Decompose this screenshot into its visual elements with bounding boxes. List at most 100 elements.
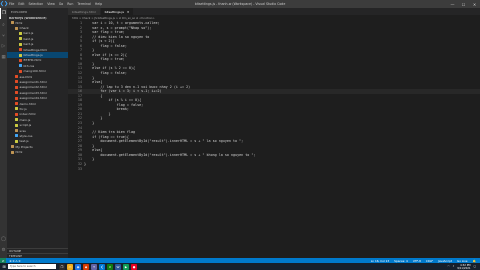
menu-go[interactable]: Go — [59, 2, 63, 6]
menu-edit[interactable]: Edit — [18, 2, 24, 6]
vscode-taskbar-icon[interactable]: ❮ — [99, 263, 105, 270]
language-mode[interactable]: JavaScript — [438, 259, 452, 263]
file-js-icon — [19, 42, 22, 46]
file-html-icon — [19, 69, 22, 73]
file-js-icon — [19, 31, 22, 35]
indentation[interactable]: Spaces: 4 — [394, 259, 408, 263]
tree-item-label: bai2.js — [23, 36, 34, 41]
file-js-icon — [15, 118, 18, 122]
code-text: for (var i = 3; i < s-1; i+=2) — [84, 89, 162, 94]
file-html-icon — [15, 112, 18, 116]
menu-run[interactable]: Run — [67, 2, 73, 6]
go-live-button[interactable]: Go Live — [457, 259, 467, 263]
windows-taskbar: ⊞ Type here to search ❐ ▭ ◉ ◆ T ❮ X W ▶ … — [0, 263, 480, 270]
tree-item-label: assignment3.html — [19, 90, 47, 95]
account-icon[interactable]: ◯ — [0, 234, 7, 245]
code-line[interactable]: 33 — [68, 167, 480, 172]
code-text: flag = false; — [84, 71, 127, 76]
code-text: // lap tu 3 den n-1 voi buoc nhay 2 (i +… — [84, 84, 191, 89]
folder-icon — [11, 145, 14, 149]
tree-item-label: Check — [19, 26, 29, 31]
code-text: var flag = true; — [84, 30, 125, 35]
tree-item-label: html — [15, 150, 23, 155]
network-icon[interactable]: ◠ — [447, 265, 449, 268]
breadcrumb[interactable]: html > Check > JS bitsettings.js > ⊘ btn… — [68, 15, 480, 20]
windows-start-icon[interactable]: ⊞ — [0, 263, 8, 270]
tree-item-label: ass.html — [19, 74, 33, 79]
tree-item-label: scss — [19, 128, 26, 133]
cursor-position[interactable]: Ln 16, Col 13 — [371, 259, 389, 263]
tree-item-label: bt3.css — [23, 63, 35, 68]
title-bar: ❮❯ File Edit Selection View Go Run Termi… — [0, 0, 480, 8]
tree-item[interactable]: html — [7, 149, 68, 154]
menu-selection[interactable]: Selection — [29, 2, 44, 6]
code-text: } — [84, 75, 95, 80]
clock[interactable]: 4:32 PM 9/11/2021 — [457, 264, 470, 270]
line-number: 33 — [77, 166, 82, 171]
code-text: flag = false; — [84, 102, 144, 107]
chrome-icon[interactable]: ◉ — [75, 263, 81, 270]
code-text: } — [84, 157, 95, 162]
tab-bitsettings-js[interactable]: bitsettings.js ✕ — [100, 8, 135, 15]
notification-icon[interactable]: ▢ — [474, 265, 476, 268]
code-text: document.getElementById("result").innerH… — [84, 139, 244, 144]
close-icon[interactable]: ✕ — [469, 0, 480, 8]
line-ending[interactable]: CRLF — [426, 259, 433, 263]
tree-item-label: script.js — [19, 123, 32, 128]
office-icon[interactable]: ◆ — [83, 263, 89, 270]
explorer-header: EXPLORER — [11, 9, 28, 14]
code-text: else{ — [84, 148, 103, 153]
excel-icon[interactable]: X — [107, 263, 113, 270]
problems-indicator[interactable]: ⊗ 0 ⚠ 0 — [9, 259, 20, 263]
code-text: { — [84, 93, 103, 98]
file-explorer-icon[interactable]: ▭ — [67, 263, 73, 270]
menu-terminal[interactable]: Terminal — [77, 2, 90, 6]
search-icon[interactable]: ⌕ — [0, 19, 7, 30]
menu-file[interactable]: File — [9, 2, 14, 6]
teams-icon[interactable]: T — [91, 263, 97, 270]
tree-item-label: mang100.html — [23, 69, 46, 74]
app-icon[interactable]: ▶ — [123, 263, 129, 270]
volume-icon[interactable]: ♪ — [453, 265, 455, 268]
menu-bar: File Edit Selection View Go Run Terminal… — [9, 2, 102, 6]
tree-item-label: assignment4.html — [19, 96, 47, 101]
tree-item-label: bitsettings.js — [23, 53, 43, 58]
menu-help[interactable]: Help — [95, 2, 102, 6]
minimize-icon[interactable]: — — [447, 0, 458, 8]
close-tab-icon[interactable]: ✕ — [127, 10, 130, 14]
bell-icon[interactable]: 🔔 — [473, 259, 476, 263]
tree-item-label: style.css — [19, 133, 33, 138]
code-text: } — [84, 61, 95, 66]
explorer-icon[interactable]: ❐ — [0, 8, 7, 19]
editor-tabs: bitsettings.html bitsettings.js ✕ — [68, 8, 480, 15]
tree-item-label: assignment2.html — [19, 85, 47, 90]
maximize-icon[interactable]: ☐ — [458, 0, 469, 8]
tree-item-label: main.js — [19, 117, 31, 122]
tree-item-label: index.html — [19, 112, 36, 117]
folder-icon — [15, 26, 18, 30]
encoding[interactable]: UTF-8 — [413, 259, 421, 263]
file-html-icon — [15, 91, 18, 95]
code-editor[interactable]: 1 var i = 10, t = arguments.callee; 2 var… — [68, 21, 480, 258]
extensions-icon[interactable]: ▦ — [0, 52, 7, 63]
menu-view[interactable]: View — [47, 2, 55, 6]
code-text: break; — [84, 107, 129, 112]
folder-icon — [11, 21, 14, 25]
taskbar-search-input[interactable]: Type here to search — [8, 263, 56, 270]
system-tray: ◠ ♪ 4:32 PM 9/11/2021 ▢ — [447, 264, 480, 270]
tab-bitsettings-html[interactable]: bitsettings.html — [68, 8, 101, 15]
tree-item-label: for.js — [19, 106, 27, 111]
app2-icon[interactable]: ● — [131, 263, 137, 270]
source-control-icon[interactable]: ⑂ — [0, 30, 7, 41]
folder-icon — [11, 150, 14, 154]
run-debug-icon[interactable]: ▷ — [0, 41, 7, 52]
file-css-icon — [15, 134, 18, 138]
code-text: else if (s == 2){ — [84, 52, 127, 57]
gear-icon[interactable]: ⚙ — [0, 245, 7, 256]
code-text: } — [84, 48, 95, 53]
file-js-icon — [19, 53, 22, 57]
task-view-icon[interactable]: ❐ — [59, 263, 65, 270]
code-text: else{ — [84, 80, 103, 85]
word-icon[interactable]: W — [115, 263, 121, 270]
code-text: if (flag == true){ — [84, 134, 129, 139]
